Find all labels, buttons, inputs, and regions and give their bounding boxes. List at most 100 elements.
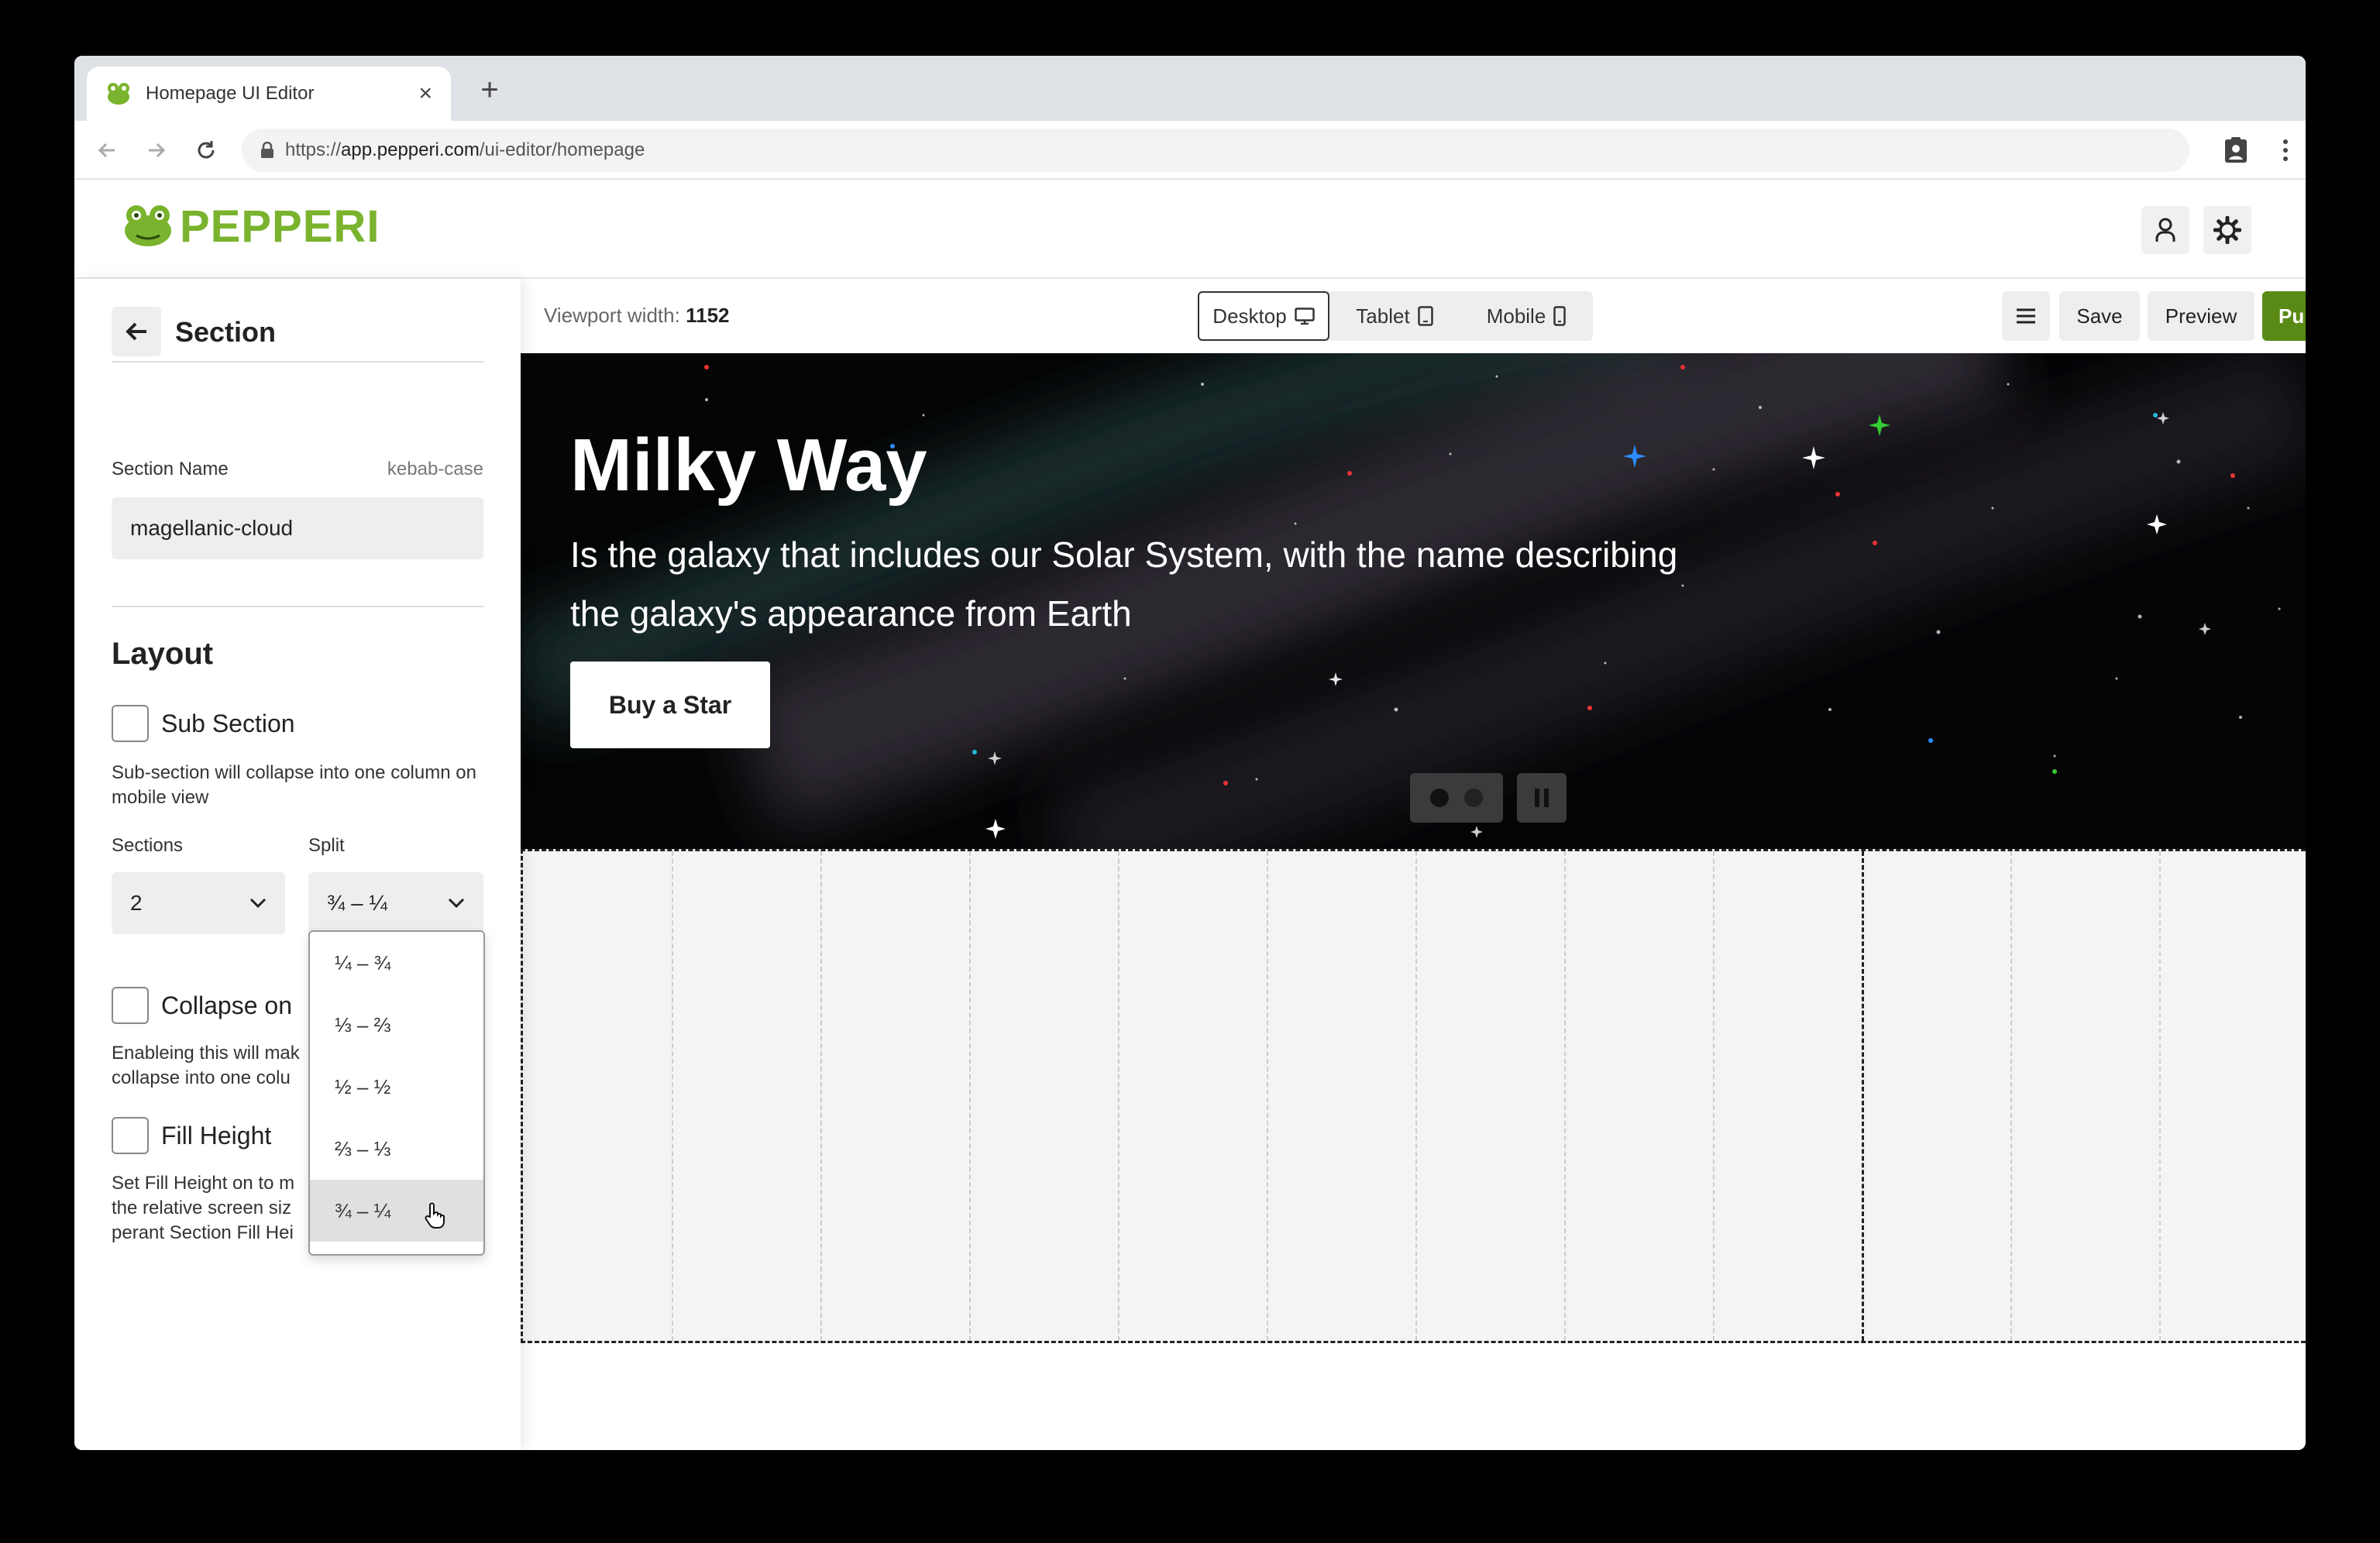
mobile-icon	[1553, 306, 1567, 326]
device-mobile-label: Mobile	[1486, 304, 1546, 328]
kebab-case-hint: kebab-case	[387, 459, 483, 479]
fill-height-description: Set Fill Height on to m the relative scr…	[112, 1173, 295, 1243]
device-tablet-label: Tablet	[1356, 304, 1410, 328]
viewport-label: Viewport width:	[544, 304, 680, 327]
hero-banner: Milky Way Is the galaxy that includes ou…	[521, 353, 2306, 849]
collapse-row: Collapse on	[112, 987, 292, 1024]
canvas-empty-area	[521, 1343, 2306, 1450]
publish-button[interactable]: Publish	[2262, 291, 2306, 341]
split-option[interactable]: ⅓ – ⅔	[310, 994, 483, 1056]
url-host: app.pepperi.com	[341, 139, 480, 160]
hand-cursor-icon	[425, 1202, 445, 1229]
split-option-label: ¾ – ¼	[335, 1198, 391, 1222]
device-desktop-button[interactable]: Desktop	[1198, 291, 1329, 341]
gear-icon	[2213, 216, 2241, 244]
split-select[interactable]: ¾ – ¼	[308, 872, 483, 934]
carousel-dot[interactable]	[1464, 789, 1483, 807]
chevron-down-icon	[448, 898, 465, 909]
viewport-value: 1152	[686, 304, 730, 327]
tab-strip: Homepage UI Editor × +	[74, 56, 2306, 121]
preview-button[interactable]: Preview	[2148, 291, 2254, 341]
address-bar[interactable]: https://app.pepperi.com/ui-editor/homepa…	[242, 129, 2189, 172]
device-mobile-button[interactable]: Mobile	[1460, 291, 1593, 341]
forward-arrow-icon[interactable]	[143, 136, 170, 164]
close-tab-icon[interactable]: ×	[418, 82, 432, 105]
carousel-dot[interactable]	[1430, 789, 1449, 807]
grid-column-line	[820, 851, 822, 1341]
split-option[interactable]: ¼ – ¾	[310, 932, 483, 994]
chevron-down-icon	[249, 898, 267, 909]
grid-column-line	[1118, 851, 1119, 1341]
split-option[interactable]: ½ – ½	[310, 1056, 483, 1118]
grid-column-line	[1564, 851, 1566, 1341]
back-arrow-icon[interactable]	[93, 136, 121, 164]
hero-title: Milky Way	[570, 424, 927, 507]
pepperi-frog-icon	[108, 83, 129, 105]
profile-badge-icon[interactable]	[2220, 135, 2251, 166]
grid-column-line	[2159, 851, 2161, 1341]
url-path: /ui-editor/homepage	[479, 139, 645, 160]
device-desktop-label: Desktop	[1212, 304, 1287, 328]
grid-column-line	[1267, 851, 1268, 1341]
grid-column-line	[1713, 851, 1714, 1341]
sections-select[interactable]: 2	[112, 872, 285, 934]
fill-height-label: Fill Height	[161, 1121, 272, 1150]
sub-section-description: Sub-section will collapse into one colum…	[112, 762, 476, 808]
reload-icon[interactable]	[192, 136, 220, 164]
browser-window: Homepage UI Editor × + https://app.peppe…	[74, 56, 2306, 1450]
fill-height-row: Fill Height	[112, 1117, 271, 1154]
arrow-left-icon	[126, 322, 146, 341]
grid-column-line	[672, 851, 673, 1341]
split-option[interactable]: ⅔ – ⅓	[310, 1118, 483, 1180]
grid-column-line	[969, 851, 971, 1341]
menu-button[interactable]	[2002, 291, 2050, 341]
browser-toolbar: https://app.pepperi.com/ui-editor/homepa…	[74, 121, 2306, 180]
sub-section-row: Sub Section	[112, 705, 295, 742]
split-value: ¾ – ¼	[327, 891, 387, 915]
collapse-checkbox[interactable]	[112, 987, 149, 1024]
panel-header: Section	[112, 307, 483, 363]
section-name-input[interactable]: magellanic-cloud	[112, 497, 483, 559]
device-tablet-button[interactable]: Tablet	[1329, 291, 1460, 341]
grid-column-line	[1415, 851, 1417, 1341]
sections-label: Sections	[112, 835, 184, 856]
split-label: Split	[308, 835, 345, 856]
hero-subtitle: Is the galaxy that includes our Solar Sy…	[570, 534, 1678, 634]
save-button[interactable]: Save	[2059, 291, 2140, 341]
section-name-label: Section Name	[112, 459, 229, 479]
tab-title: Homepage UI Editor	[146, 83, 315, 104]
back-button[interactable]	[112, 307, 161, 356]
hamburger-menu-icon	[2017, 308, 2035, 324]
sub-section-checkbox[interactable]	[112, 705, 149, 742]
device-switcher: Desktop Tablet Mobile	[1198, 291, 1593, 341]
browser-tab[interactable]: Homepage UI Editor ×	[87, 67, 451, 121]
more-menu-icon[interactable]	[2270, 135, 2301, 166]
pause-button[interactable]	[1517, 773, 1567, 823]
lock-icon	[261, 142, 273, 158]
url-scheme: https://	[285, 139, 342, 160]
split-dropdown-menu: ¼ – ¾ ⅓ – ⅔ ½ – ½ ⅔ – ⅓ ¾ – ¼	[308, 930, 485, 1256]
section-grid-placeholder[interactable]	[521, 849, 2306, 1343]
divider	[112, 606, 483, 607]
desktop-icon	[1294, 308, 1315, 325]
user-icon	[2155, 218, 2175, 242]
settings-button[interactable]	[2203, 206, 2251, 254]
fill-height-checkbox[interactable]	[112, 1117, 149, 1154]
viewport-width: Viewport width: 1152	[544, 304, 729, 328]
pause-icon	[1544, 789, 1549, 807]
section-editor-panel: Section Section Name kebab-case magellan…	[74, 279, 521, 1450]
split-option-selected[interactable]: ¾ – ¼	[310, 1180, 483, 1242]
frog-logo-icon	[125, 205, 171, 246]
app-header: PEPPERI	[74, 180, 2306, 279]
pause-icon	[1535, 789, 1539, 807]
buy-a-star-button[interactable]: Buy a Star	[570, 662, 770, 748]
carousel-indicators	[1410, 773, 1503, 823]
section-split-line[interactable]	[1862, 851, 1864, 1341]
layout-heading: Layout	[112, 637, 214, 671]
new-tab-icon[interactable]: +	[473, 73, 507, 107]
canvas-toolbar: Viewport width: 1152 Desktop Tablet Mobi…	[521, 279, 2306, 353]
user-button[interactable]	[2141, 206, 2189, 254]
tablet-icon	[1417, 306, 1433, 326]
pepperi-logo[interactable]: PEPPERI	[122, 201, 380, 252]
collapse-description: Enableing this will mak collapse into on…	[112, 1043, 300, 1088]
